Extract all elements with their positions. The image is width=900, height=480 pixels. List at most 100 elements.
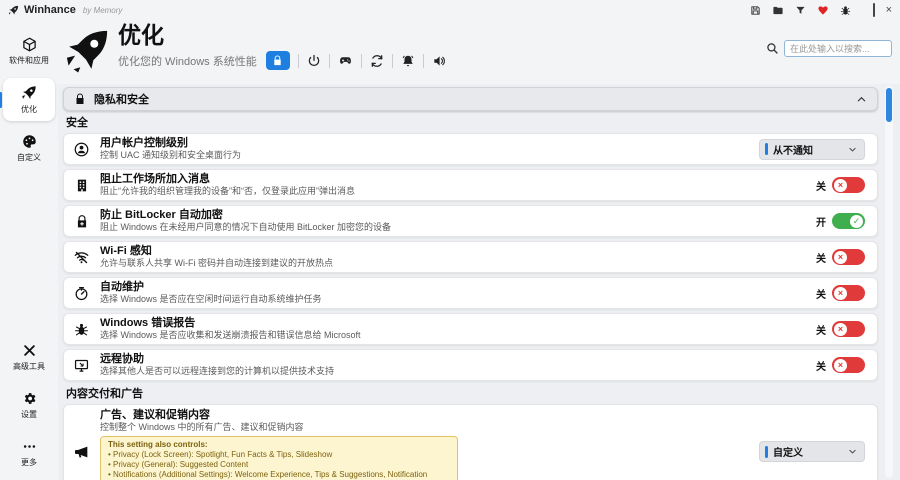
wifi-off-icon <box>73 250 90 265</box>
tools-icon <box>22 343 37 358</box>
setting-subtitle: 选择 Windows 是否应在空闲时间运行自动系统维护任务 <box>100 294 806 305</box>
remote-desktop-icon <box>73 358 90 373</box>
setting-row-remote-assistance: 远程协助 选择其他人是否可以远程连接到您的计算机以提供技术支持 关 × <box>63 349 878 381</box>
setting-title: 自动维护 <box>100 281 806 294</box>
toggle-state-label: 开 <box>816 214 826 229</box>
building-icon <box>73 178 90 193</box>
tooltip-heading: This setting also controls: <box>108 440 450 450</box>
section-header-privacy-security[interactable]: 隐私和安全 <box>63 87 878 111</box>
bug-report-icon[interactable] <box>840 5 851 16</box>
filter-icon[interactable] <box>795 5 806 16</box>
lock-plus-icon <box>73 214 90 229</box>
winhance-window: { "titlebar": { "app_name": "Winhance", … <box>0 0 900 480</box>
close-button[interactable]: × <box>886 5 892 15</box>
toggle-state-label: 关 <box>816 322 826 337</box>
gear-icon <box>22 391 37 406</box>
sidebar-item-more[interactable]: 更多 <box>3 432 55 474</box>
sidebar-item-advanced-tools[interactable]: 高级工具 <box>3 336 55 378</box>
remote-assistance-toggle[interactable]: × <box>832 357 865 373</box>
sidebar-item-settings[interactable]: 设置 <box>3 384 55 426</box>
megaphone-icon <box>73 444 90 460</box>
setting-row-bitlocker: 防止 BitLocker 自动加密 阻止 Windows 在未经用户同意的情况下… <box>63 205 878 237</box>
palette-icon <box>22 134 37 149</box>
setting-subtitle: 阻止 Windows 在未经用户同意的情况下自动使用 BitLocker 加密您… <box>100 222 806 233</box>
setting-title: 防止 BitLocker 自动加密 <box>100 209 806 222</box>
auto-maintenance-toggle[interactable]: × <box>832 285 865 301</box>
sidebar-label: 设置 <box>21 409 37 420</box>
setting-row-auto-maintenance: 自动维护 选择 Windows 是否应在空闲时间运行自动系统维护任务 关 × <box>63 277 878 309</box>
error-reporting-toggle[interactable]: × <box>832 321 865 337</box>
group-label-security: 安全 <box>66 114 878 130</box>
toggle-state-label: 关 <box>816 286 826 301</box>
wifi-sense-toggle[interactable]: × <box>832 249 865 265</box>
app-byline: by Memory <box>83 6 123 15</box>
setting-row-uac: 用户帐户控制级别 控制 UAC 通知级别和安全桌面行为 从不通知 <box>63 133 878 165</box>
toggle-state-label: 关 <box>816 178 826 193</box>
setting-title: 广告、建议和促销内容 <box>100 409 749 422</box>
open-config-icon[interactable] <box>772 5 784 16</box>
sidebar-label: 软件和应用 <box>9 55 49 66</box>
scrollbar-thumb[interactable] <box>886 88 892 122</box>
setting-subtitle: 允许与联系人共享 Wi-Fi 密码并自动连接到建议的开放热点 <box>100 258 806 269</box>
app-logo-rocket-icon <box>8 5 19 16</box>
search-input[interactable] <box>784 40 892 57</box>
toggle-state-label: 关 <box>816 250 826 265</box>
updates-refresh-section-button[interactable] <box>370 54 384 68</box>
tooltip-item: • Notifications (Additional Settings): W… <box>108 470 450 480</box>
sidebar-item-optimize[interactable]: 优化 <box>3 78 55 121</box>
setting-row-wifi-sense: Wi-Fi 感知 允许与联系人共享 Wi-Fi 密码并自动连接到建议的开放热点 … <box>63 241 878 273</box>
group-label-content-delivery-ads: 内容交付和广告 <box>66 385 878 401</box>
setting-info-tooltip: This setting also controls: • Privacy (L… <box>100 436 458 480</box>
setting-subtitle: 选择其他人是否可以远程连接到您的计算机以提供技术支持 <box>100 366 806 377</box>
gaming-section-button[interactable] <box>338 54 353 67</box>
setting-subtitle: 阻止“允许我的组织管理我的设备”和“否，仅登录此应用”弹出消息 <box>100 186 806 197</box>
sidebar-label: 高级工具 <box>13 361 45 372</box>
tooltip-item: • Privacy (Lock Screen): Spotlight, Fun … <box>108 450 450 460</box>
privacy-security-section-button[interactable] <box>266 51 290 70</box>
maximize-button[interactable] <box>873 5 875 15</box>
uac-level-dropdown[interactable]: 从不通知 <box>759 139 865 160</box>
dropdown-value: 从不通知 <box>773 142 843 157</box>
lock-icon <box>74 93 86 105</box>
maintenance-timer-icon <box>73 286 90 301</box>
header-toolbar <box>266 51 446 70</box>
scrollbar[interactable] <box>885 86 893 478</box>
search-area <box>766 40 892 57</box>
toggle-state-label: 关 <box>816 358 826 373</box>
workplace-join-toggle[interactable]: × <box>832 177 865 193</box>
app-title: Winhance <box>24 4 76 16</box>
bug-icon <box>73 322 90 337</box>
page-subtitle: 优化您的 Windows 系统性能 <box>118 53 257 69</box>
notifications-section-button[interactable] <box>401 54 415 68</box>
more-dots-icon <box>22 439 37 454</box>
page-header: 优化 优化您的 Windows 系统性能 <box>58 18 900 84</box>
chevron-up-icon[interactable] <box>856 94 867 105</box>
setting-title: 远程协助 <box>100 353 806 366</box>
sidebar-item-customize[interactable]: 自定义 <box>3 127 55 169</box>
save-config-icon[interactable] <box>750 5 761 16</box>
bitlocker-toggle[interactable]: ✓ <box>832 213 865 229</box>
chevron-down-icon <box>848 447 857 456</box>
setting-row-workplace-join: 阻止工作场所加入消息 阻止“允许我的组织管理我的设备”和“否，仅登录此应用”弹出… <box>63 169 878 201</box>
search-icon <box>766 42 779 55</box>
package-icon <box>22 37 37 52</box>
sidebar-item-software-apps[interactable]: 软件和应用 <box>3 30 55 72</box>
sidebar-label: 更多 <box>21 457 37 468</box>
dropdown-value: 自定义 <box>773 444 843 459</box>
ads-content-dropdown[interactable]: 自定义 <box>759 441 865 462</box>
sidebar-label: 自定义 <box>17 152 41 163</box>
sidebar: 软件和应用 优化 自定义 高级工具 设置 <box>0 18 58 480</box>
section-title: 隐私和安全 <box>94 91 149 107</box>
setting-row-ads-suggestions: 广告、建议和促销内容 控制整个 Windows 中的所有广告、建议和促销内容 T… <box>63 404 878 480</box>
setting-title: 阻止工作场所加入消息 <box>100 173 806 186</box>
settings-scroll-area: 隐私和安全 安全 用户帐户控制级别 控制 UAC 通知级别和安全桌面行为 <box>58 84 900 480</box>
setting-subtitle: 选择 Windows 是否应收集和发送崩溃报告和错误信息给 Microsoft <box>100 330 806 341</box>
tooltip-item: • Privacy (General): Suggested Content <box>108 460 450 470</box>
page-title: 优化 <box>118 22 446 48</box>
power-section-button[interactable] <box>307 54 321 68</box>
donate-heart-icon[interactable] <box>817 5 829 16</box>
sound-section-button[interactable] <box>432 54 446 68</box>
setting-row-error-reporting: Windows 错误报告 选择 Windows 是否应收集和发送崩溃报告和错误信… <box>63 313 878 345</box>
setting-subtitle: 控制 UAC 通知级别和安全桌面行为 <box>100 150 749 161</box>
setting-subtitle: 控制整个 Windows 中的所有广告、建议和促销内容 <box>100 422 749 433</box>
